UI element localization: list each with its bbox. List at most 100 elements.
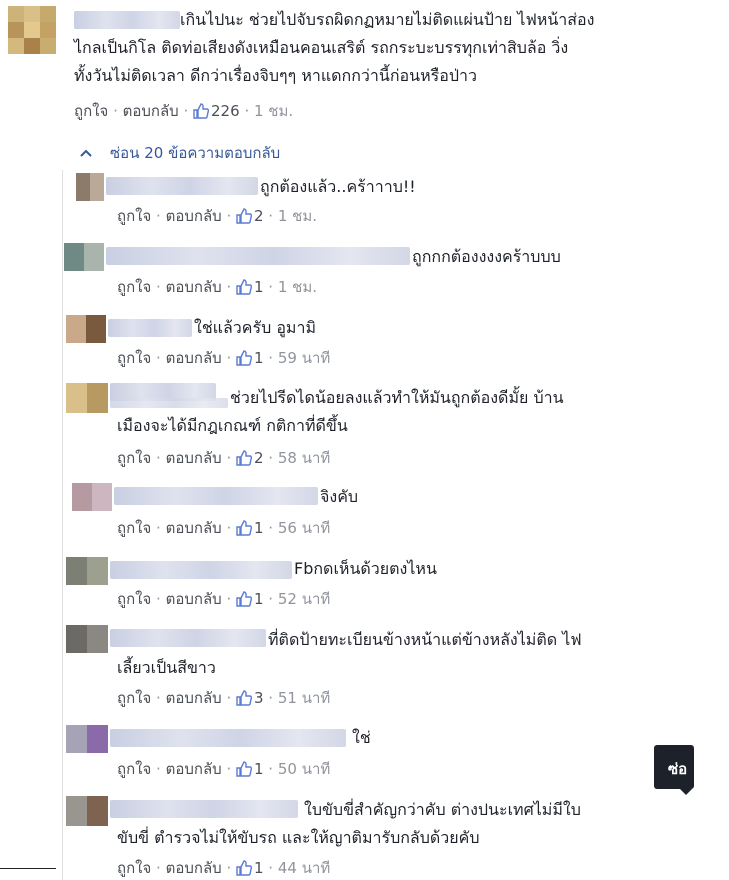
avatar[interactable] <box>76 173 104 201</box>
thumbs-up-icon <box>236 591 252 607</box>
tooltip-label: ซ่อ <box>668 760 688 778</box>
like-link[interactable]: ถูกใจ <box>117 349 151 367</box>
reply-text-line: ช่วยไปรีดไดน้อยลงแล้วทำให้มันถูกต้องดีมั… <box>230 388 564 407</box>
thumbs-up-icon <box>236 761 252 777</box>
reply-link[interactable]: ตอบกลับ <box>166 207 222 225</box>
reply-text-line: ใช่ <box>352 728 371 747</box>
comment-text-line: ไกลเป็นกิโล ติดท่อเสียงดังเหมือนคอนเสริต… <box>74 38 569 57</box>
thumbs-up-icon <box>236 450 252 466</box>
reply-link[interactable]: ตอบกลับ <box>166 760 222 778</box>
reply-text-line: จิงคับ <box>320 487 359 506</box>
reply-link[interactable]: ตอบกลับ <box>166 449 222 467</box>
thumbs-up-icon <box>236 690 252 706</box>
hide-replies-toggle[interactable]: ซ่อน 20 ข้อความตอบกลับ <box>80 141 280 165</box>
thumbs-up-icon <box>236 279 252 295</box>
avatar[interactable] <box>66 796 108 826</box>
timestamp[interactable]: 51 นาที <box>278 689 330 707</box>
like-link[interactable]: ถูกใจ <box>117 449 151 467</box>
comment-text-line: เกินไปนะ ช่วยไปจับรถผิดกฏหมายไม่ติดแผ่นป… <box>180 10 595 29</box>
reply-text-line: ถูกต้องแล้ว..คร้าาาบ!! <box>260 177 416 196</box>
like-count[interactable]: 3 <box>236 689 264 707</box>
like-count[interactable]: 1 <box>236 519 264 537</box>
reply-text-line: ถูกกกต้องงงงคร้าบบบ <box>412 247 561 266</box>
avatar[interactable] <box>66 725 108 753</box>
reply-actions: ถูกใจ · ตอบกลับ · 1 · 56 นาที <box>117 519 331 537</box>
like-link[interactable]: ถูกใจ <box>117 278 151 296</box>
thumbs-up-icon <box>236 860 252 876</box>
avatar[interactable] <box>66 315 106 343</box>
author-name[interactable] <box>110 629 266 647</box>
tooltip-arrow <box>680 789 692 795</box>
avatar[interactable] <box>66 383 108 413</box>
timestamp[interactable]: 59 นาที <box>278 349 330 367</box>
reply-actions: ถูกใจ · ตอบกลับ · 2 · 58 นาที <box>117 449 331 467</box>
avatar[interactable] <box>66 557 108 585</box>
reply-text-line: เมืองจะได้มีกฎเกณฑ์ กติกาที่ดีขึ้น <box>117 416 348 435</box>
like-count[interactable]: 1 <box>236 859 264 877</box>
timestamp[interactable]: 52 นาที <box>278 590 330 608</box>
comment-actions: ถูกใจ · ตอบกลับ · 226 · 1 ชม. <box>74 102 294 120</box>
timestamp[interactable]: 1 ชม. <box>278 207 317 225</box>
like-link[interactable]: ถูกใจ <box>117 760 151 778</box>
thumbs-up-icon <box>193 103 210 119</box>
like-link[interactable]: ถูกใจ <box>117 207 151 225</box>
reply-link[interactable]: ตอบกลับ <box>166 689 222 707</box>
like-count[interactable]: 1 <box>236 278 264 296</box>
timestamp[interactable]: 56 นาที <box>278 519 330 537</box>
reply-link[interactable]: ตอบกลับ <box>166 590 222 608</box>
reply-link[interactable]: ตอบกลับ <box>166 859 222 877</box>
reply-actions: ถูกใจ · ตอบกลับ · 1 · 50 นาที <box>117 760 331 778</box>
avatar[interactable] <box>72 483 112 511</box>
author-name[interactable] <box>110 800 298 818</box>
timestamp[interactable]: 58 นาที <box>278 449 330 467</box>
like-link[interactable]: ถูกใจ <box>74 102 108 120</box>
author-name[interactable] <box>110 561 292 579</box>
author-name[interactable] <box>114 487 318 505</box>
reply-actions: ถูกใจ · ตอบกลับ · 3 · 51 นาที <box>117 689 331 707</box>
reply-link[interactable]: ตอบกลับ <box>166 519 222 537</box>
author-name[interactable] <box>106 247 410 265</box>
reply-link[interactable]: ตอบกลับ <box>123 102 179 120</box>
avatar[interactable] <box>8 6 56 54</box>
timestamp[interactable]: 1 ชม. <box>278 278 317 296</box>
comment-text-line: ทั้งวันไม่ติดเวลา ดีกว่าเรื่องจิบๆๆ หาแด… <box>74 66 477 85</box>
reply-text-line: ขับขี่ ตำรวจไม่ให้ขับรถ และให้ญาติมารับก… <box>117 828 480 847</box>
reply-text-line: เลี้ยวเป็นสีขาว <box>117 658 216 677</box>
like-link[interactable]: ถูกใจ <box>117 689 151 707</box>
like-count[interactable]: 2 <box>236 449 264 467</box>
hide-replies-label[interactable]: ซ่อน 20 ข้อความตอบกลับ <box>110 144 280 162</box>
avatar[interactable] <box>64 243 104 271</box>
reply-actions: ถูกใจ · ตอบกลับ · 1 · 44 นาที <box>117 859 331 877</box>
hide-tooltip: ซ่อ <box>654 745 694 789</box>
like-count[interactable]: 1 <box>236 760 264 778</box>
like-link[interactable]: ถูกใจ <box>117 859 151 877</box>
author-name[interactable] <box>110 729 346 747</box>
reply-text-line: Fbกดเห็นด้วยตงไหน <box>294 559 437 578</box>
reply-actions: ถูกใจ · ตอบกลับ · 1 · 1 ชม. <box>117 278 317 296</box>
like-link[interactable]: ถูกใจ <box>117 519 151 537</box>
timestamp[interactable]: 44 นาที <box>278 859 330 877</box>
like-count[interactable]: 1 <box>236 349 264 367</box>
author-name[interactable] <box>74 11 180 29</box>
thumbs-up-icon <box>236 208 252 224</box>
reply-text-line: ใบขับขี่สำคัญกว่าคับ ต่างปนะเทศไม่มีใบ <box>304 800 581 819</box>
reply-link[interactable]: ตอบกลับ <box>166 278 222 296</box>
chevron-up-icon <box>80 144 92 162</box>
like-count[interactable]: 2 <box>236 207 264 225</box>
like-count[interactable]: 1 <box>236 590 264 608</box>
thumbs-up-icon <box>236 350 252 366</box>
reply-actions: ถูกใจ · ตอบกลับ · 1 · 52 นาที <box>117 590 331 608</box>
timestamp[interactable]: 1 ชม. <box>254 102 293 120</box>
thread-line <box>62 170 63 880</box>
reply-actions: ถูกใจ · ตอบกลับ · 2 · 1 ชม. <box>117 207 317 225</box>
timestamp[interactable]: 50 นาที <box>278 760 330 778</box>
like-count[interactable]: 226 <box>193 102 244 120</box>
like-link[interactable]: ถูกใจ <box>117 590 151 608</box>
author-name[interactable] <box>106 177 258 195</box>
avatar[interactable] <box>66 625 108 653</box>
reply-actions: ถูกใจ · ตอบกลับ · 1 · 59 นาที <box>117 349 331 367</box>
author-name[interactable] <box>108 319 192 337</box>
reply-text-line: ที่ติดป้ายทะเบียนข้างหน้าแต่ข้างหลังไม่ต… <box>268 630 582 649</box>
reply-link[interactable]: ตอบกลับ <box>166 349 222 367</box>
thumbs-up-icon <box>236 520 252 536</box>
